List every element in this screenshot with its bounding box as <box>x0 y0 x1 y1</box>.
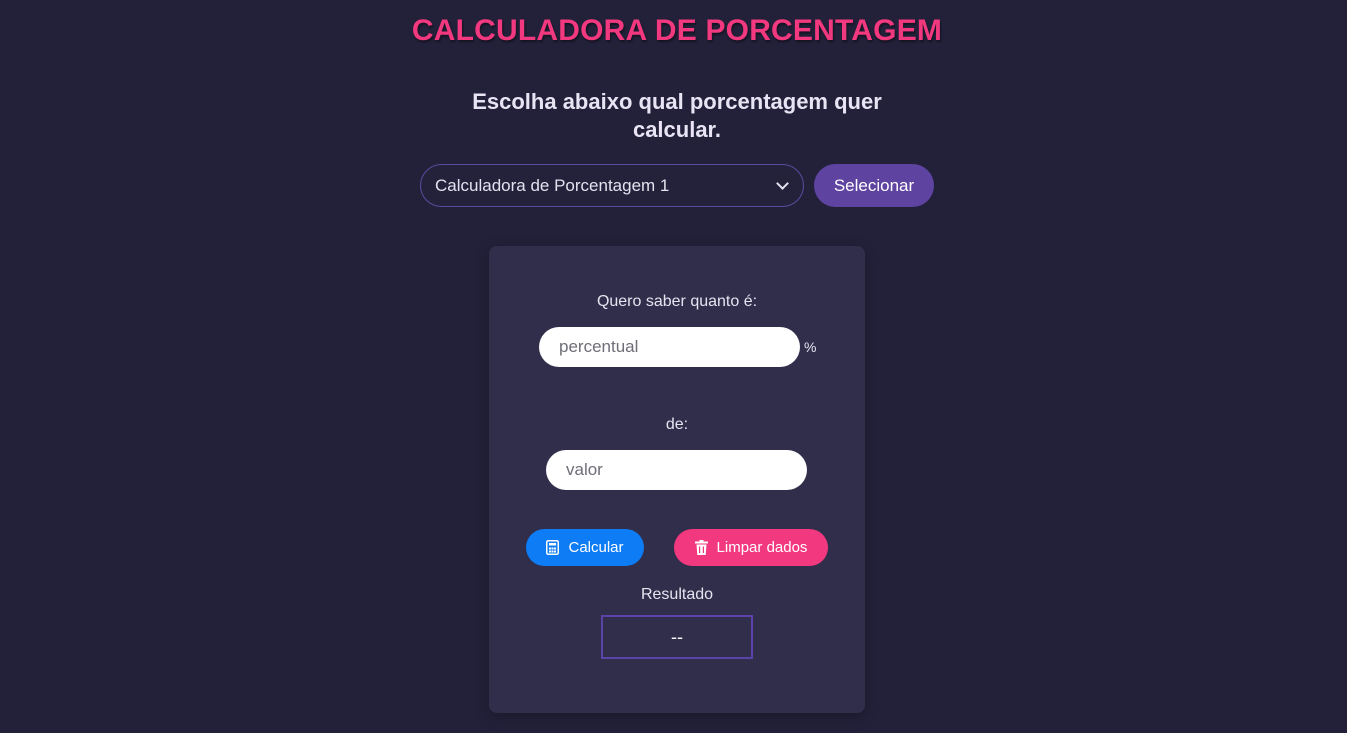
value-input[interactable]: valor <box>546 450 807 490</box>
percent-input-placeholder: percentual <box>559 337 639 356</box>
calculator-type-select[interactable]: Calculadora de Porcentagem 1 <box>420 164 804 207</box>
page: CALCULADORA DE PORCENTAGEM Escolha abaix… <box>0 0 1347 733</box>
clear-data-button-label: Limpar dados <box>716 539 808 556</box>
page-subtitle: Escolha abaixo qual porcentagem quer cal… <box>0 88 1347 144</box>
chevron-down-icon <box>776 177 789 190</box>
calculator-type-selected-value: Calculadora de Porcentagem 1 <box>435 175 670 195</box>
calculate-button-label: Calcular <box>568 539 624 556</box>
subtitle-line-2: calcular. <box>632 117 722 142</box>
subtitle-line-1: Escolha abaixo qual porcentagem quer <box>472 89 882 114</box>
result-value: -- <box>671 626 683 647</box>
select-button[interactable]: Selecionar <box>814 164 934 207</box>
of-label: de: <box>665 416 689 433</box>
prompt-label: Quero saber quanto é: <box>596 293 758 310</box>
percent-sign: % <box>804 339 817 355</box>
clear-data-button[interactable]: Limpar dados <box>674 529 828 566</box>
page-title: CALCULADORA DE PORCENTAGEM <box>411 14 943 47</box>
calculator-icon <box>546 540 560 555</box>
percent-input[interactable]: percentual <box>539 327 800 367</box>
calculator-card: Quero saber quanto é: percentual % de: v… <box>489 246 865 713</box>
value-input-placeholder: valor <box>566 460 603 479</box>
calculator-selector-row: Calculadora de Porcentagem 1 Selecionar <box>420 164 934 207</box>
result-display: -- <box>601 615 753 659</box>
calculate-button[interactable]: Calcular <box>526 529 644 566</box>
result-label: Resultado <box>640 586 714 603</box>
trash-icon <box>694 540 708 555</box>
